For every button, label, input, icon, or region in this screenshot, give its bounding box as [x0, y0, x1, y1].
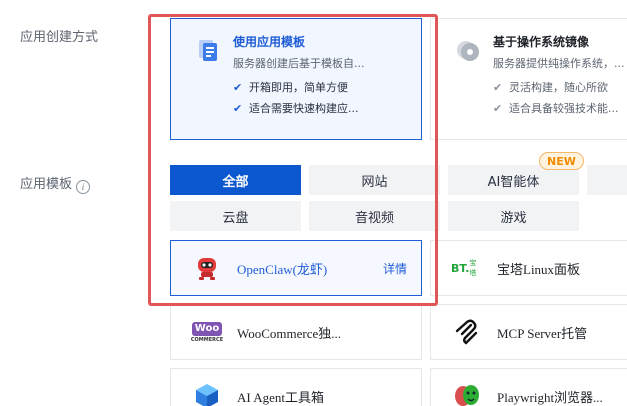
method-desc: 服务器提供纯操作系统，...	[493, 57, 625, 70]
template-name: OpenClaw(龙虾)	[237, 261, 328, 277]
template-detail-link[interactable]: 详情	[383, 260, 407, 277]
mcp-logo	[451, 316, 483, 348]
method-feature: ✔ 适合需要快速构建应...	[233, 101, 359, 116]
method-feature: ✔ 适合具备较强技术能...	[493, 101, 619, 116]
check-icon: ✔	[233, 80, 243, 94]
method-feature: ✔ 灵活构建，随心所欲	[493, 80, 608, 95]
creation-method-label: 应用创建方式	[20, 30, 99, 45]
tab-website[interactable]: 网站	[309, 165, 440, 195]
method-card-template[interactable]: 使用应用模板 服务器创建后基于模板自... ✔ 开箱即用，简单方便 ✔ 适合需要快速…	[170, 18, 422, 140]
tab-audio-video[interactable]: 音视频	[309, 201, 440, 231]
template-card-bt-panel[interactable]: BT. 宝塔 宝塔Linux面板	[430, 240, 627, 296]
template-card-ai-agent-toolbox[interactable]: AI Agent工具箱	[170, 368, 422, 406]
app-creation-form: 应用创建方式 使用应用模板 服务器创建后基于模板自... ✔ 开箱即用，简单方便 …	[0, 0, 627, 406]
template-name: Playwright浏览器...	[497, 389, 603, 405]
template-card-playwright[interactable]: Playwright浏览器...	[430, 368, 627, 406]
tab-more[interactable]	[587, 165, 627, 195]
check-icon: ✔	[493, 80, 503, 94]
tab-games[interactable]: 游戏	[448, 201, 579, 231]
bt-panel-logo: BT. 宝塔	[451, 259, 477, 277]
template-name: 宝塔Linux面板	[497, 261, 581, 277]
template-card-woocommerce[interactable]: Woo COMMERCE WooCommerce独...	[170, 304, 422, 360]
disk-image-icon	[457, 41, 479, 61]
info-icon[interactable]: i	[76, 180, 91, 194]
check-icon: ✔	[233, 101, 243, 115]
template-name: AI Agent工具箱	[237, 389, 325, 405]
template-icon	[199, 40, 217, 61]
tab-cloud-disk[interactable]: 云盘	[170, 201, 301, 231]
method-card-os-image[interactable]: 基于操作系统镜像 服务器提供纯操作系统，... ✔ 灵活构建，随心所欲 ✔ 适合具备…	[430, 18, 627, 140]
playwright-masks-icon	[451, 380, 483, 406]
openclaw-robot-icon	[191, 252, 223, 284]
method-desc: 服务器创建后基于模板自...	[233, 57, 365, 70]
app-template-label: 应用模板 i	[20, 173, 91, 194]
template-name: MCP Server托管	[497, 325, 588, 341]
ai-agent-cube-icon	[191, 380, 223, 406]
tab-all[interactable]: 全部	[170, 165, 301, 195]
method-feature: ✔ 开箱即用，简单方便	[233, 80, 348, 95]
method-title: 使用应用模板	[233, 35, 306, 49]
template-name: WooCommerce独...	[237, 325, 342, 341]
woocommerce-logo: Woo COMMERCE	[190, 321, 224, 343]
check-icon: ✔	[493, 101, 503, 115]
template-card-mcp-server[interactable]: MCP Server托管	[430, 304, 627, 360]
method-title: 基于操作系统镜像	[493, 35, 590, 49]
new-badge: NEW	[539, 152, 584, 170]
template-card-openclaw[interactable]: OpenClaw(龙虾) 详情	[170, 240, 422, 296]
